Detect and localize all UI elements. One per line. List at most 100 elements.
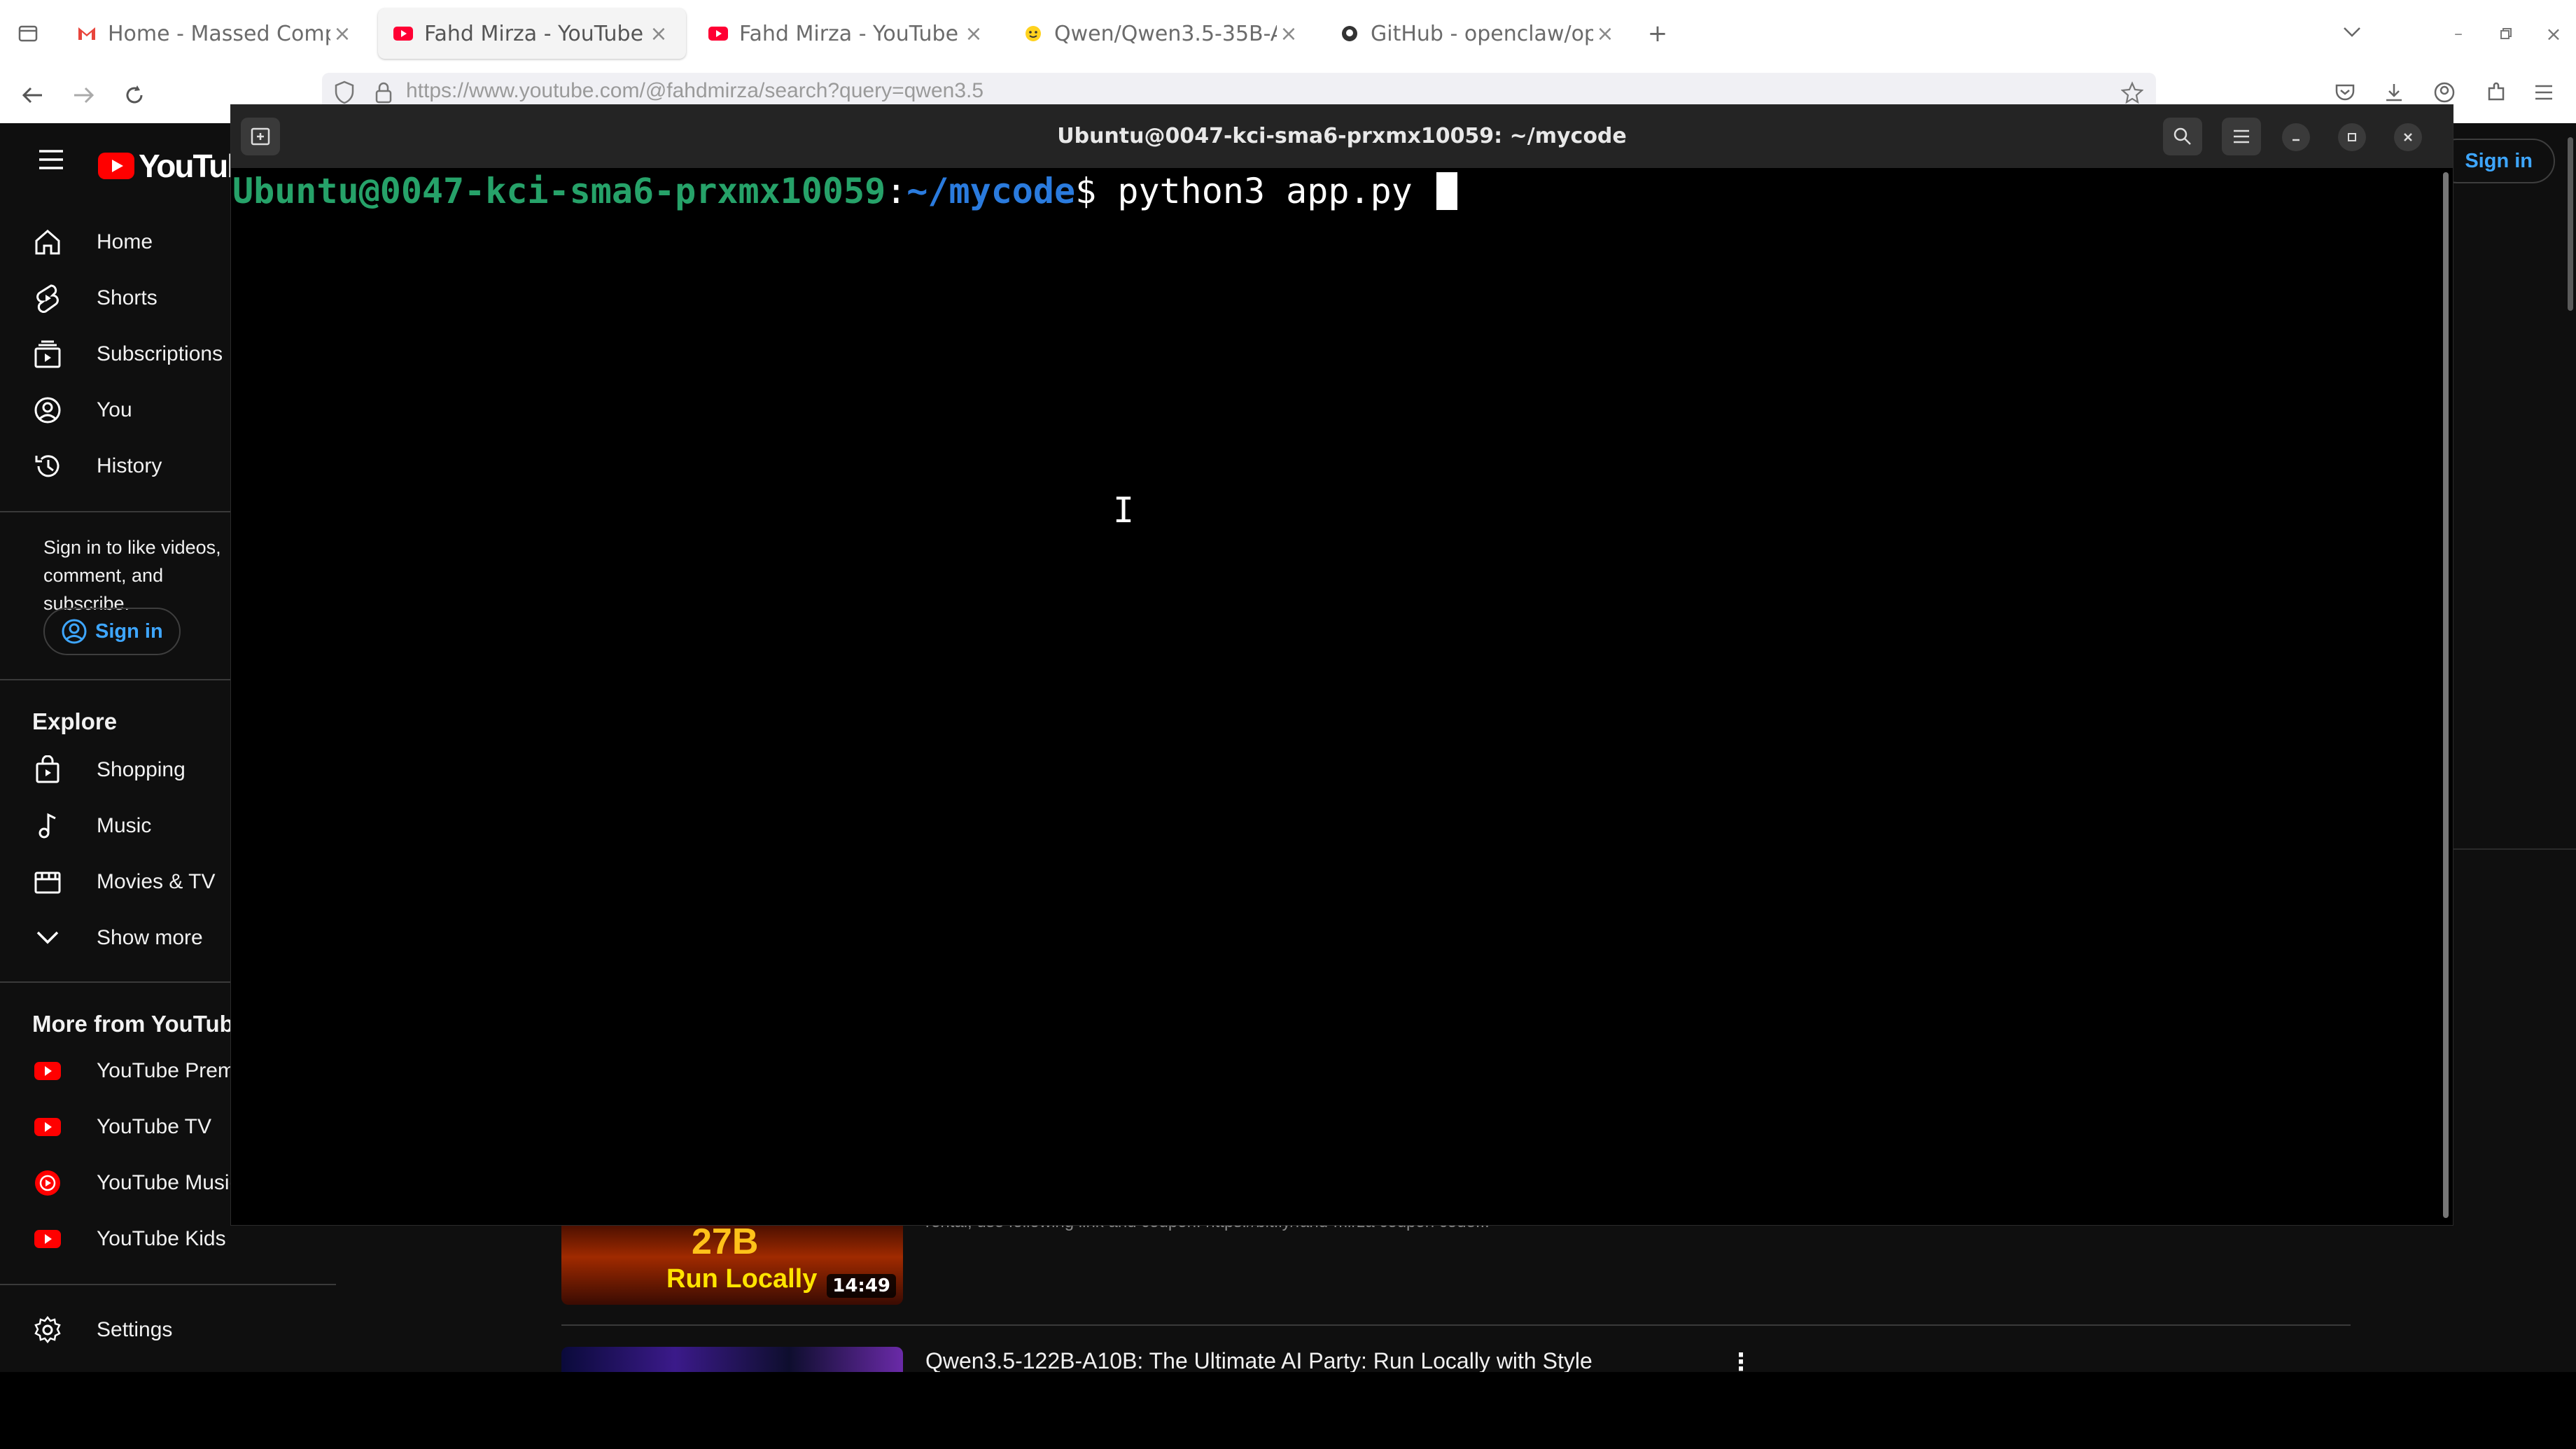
- sidebar-item-settings[interactable]: Settings: [31, 1309, 172, 1351]
- screen-bottom-bar: [0, 1372, 2576, 1449]
- video-duration: 14:49: [827, 1274, 896, 1298]
- sidebar-item-movies-tv[interactable]: Movies & TV: [31, 861, 216, 903]
- terminal-command: python3 app.py: [1117, 171, 1413, 211]
- close-icon[interactable]: [2394, 123, 2422, 151]
- sidebar-item-label: Shorts: [97, 286, 158, 309]
- hamburger-menu-icon[interactable]: [2530, 78, 2558, 106]
- sidebar-item-you[interactable]: You: [31, 389, 132, 431]
- terminal-window[interactable]: Ubuntu@0047-kci-sma6-prxmx10059: ~/mycod…: [231, 105, 2453, 1225]
- prompt-path: ~/mycode: [906, 171, 1076, 211]
- video-thumbnail[interactable]: 27B Run Locally 14:49: [561, 1218, 903, 1305]
- sidebar-divider: [0, 1284, 336, 1285]
- sidebar-item-youtube-tv[interactable]: YouTube TV: [31, 1106, 211, 1148]
- forward-arrow-icon[interactable]: [70, 81, 98, 109]
- sidebar-item-label: Shopping: [97, 758, 186, 781]
- downloads-icon[interactable]: [2380, 78, 2408, 106]
- shopping-bag-icon: [31, 753, 64, 787]
- tab-close-icon[interactable]: ×: [647, 22, 671, 46]
- signin-button-label: Sign in: [2465, 149, 2533, 172]
- subscriptions-icon: [31, 337, 64, 371]
- prompt-separator: :: [886, 171, 907, 211]
- sidebar-item-label: Show more: [97, 926, 203, 949]
- bookmark-star-icon[interactable]: [2118, 78, 2146, 106]
- signin-message: Sign in to like videos, comment, and sub…: [43, 537, 221, 614]
- video-title[interactable]: Qwen3.5-122B-A10B: The Ultimate AI Party…: [925, 1348, 1592, 1374]
- huggingface-icon: [1023, 24, 1043, 43]
- terminal-prompt-line[interactable]: Ubuntu@0047-kci-sma6-prxmx10059:~/mycode…: [232, 171, 1457, 211]
- sidebar-item-youtube-music[interactable]: YouTube Music: [31, 1162, 240, 1204]
- back-arrow-icon[interactable]: [18, 81, 46, 109]
- text-cursor: [1436, 172, 1457, 210]
- sidebar-item-shorts[interactable]: Shorts: [31, 277, 158, 319]
- extensions-icon[interactable]: [2482, 78, 2510, 106]
- minimize-icon[interactable]: [2282, 123, 2310, 151]
- lock-icon[interactable]: [370, 78, 398, 106]
- reload-icon[interactable]: [120, 81, 148, 109]
- sidebar-item-music[interactable]: Music: [31, 805, 151, 847]
- sidebar-item-label: YouTube Kids: [97, 1227, 226, 1250]
- pocket-icon[interactable]: [2331, 78, 2359, 106]
- sidebar-item-youtube-kids[interactable]: YouTube Kids: [31, 1218, 226, 1260]
- tab-github-openclaw[interactable]: GitHub - openclaw/openclaw ×: [1324, 8, 1632, 59]
- thumbnail-text: 27B: [692, 1222, 759, 1262]
- new-tab-icon[interactable]: [241, 118, 280, 155]
- minimize-icon[interactable]: –: [2444, 20, 2472, 48]
- results-divider: [561, 1324, 2351, 1326]
- more-from-youtube-heading: More from YouTube: [32, 1011, 247, 1037]
- sidebar-item-label: YouTube Music: [97, 1171, 240, 1194]
- new-tab-plus-icon[interactable]: +: [1644, 20, 1672, 48]
- sidebar-item-label: Settings: [97, 1318, 173, 1341]
- sidebar-item-label: Movies & TV: [97, 870, 216, 893]
- github-icon: [1340, 24, 1359, 43]
- shield-icon[interactable]: [330, 78, 358, 106]
- browser-tab-bar: Home - Massed Compute × Fahd Mirza - You…: [0, 0, 2576, 68]
- youtube-tv-icon: [31, 1110, 64, 1144]
- sidebar-signin-button[interactable]: Sign in: [43, 608, 181, 655]
- sidebar-item-label: You: [97, 398, 132, 421]
- sidebar-item-subscriptions[interactable]: Subscriptions: [31, 333, 223, 375]
- sidebar-item-shopping[interactable]: Shopping: [31, 749, 186, 791]
- music-note-icon: [31, 809, 64, 843]
- history-icon: [31, 449, 64, 483]
- tab-fahd-mirza-youtube[interactable]: Fahd Mirza - YouTube ×: [693, 8, 1001, 59]
- video-thumbnail[interactable]: [561, 1347, 903, 1372]
- tab-home-massed-compute[interactable]: Home - Massed Compute ×: [62, 8, 370, 59]
- tab-close-icon[interactable]: ×: [1593, 22, 1617, 46]
- youtube-icon: [708, 24, 728, 43]
- youtube-icon: [393, 24, 413, 43]
- guide-menu-icon[interactable]: [35, 146, 67, 174]
- tab-close-icon[interactable]: ×: [962, 22, 986, 46]
- home-icon: [31, 225, 64, 259]
- account-icon[interactable]: [2430, 78, 2458, 106]
- youtube-play-icon: [98, 153, 134, 179]
- sidebar-item-label: Music: [97, 814, 152, 837]
- sidebar-show-more[interactable]: Show more: [31, 917, 203, 959]
- window-close-icon[interactable]: ×: [2540, 20, 2568, 48]
- page-scrollbar[interactable]: [2568, 137, 2573, 311]
- tab-title: Fahd Mirza - YouTube: [739, 21, 959, 46]
- youtube-music-icon: [31, 1166, 64, 1200]
- shorts-icon: [31, 281, 64, 315]
- url-text[interactable]: https://www.youtube.com/@fahdmirza/searc…: [406, 79, 983, 103]
- content-divider: [2453, 848, 2576, 850]
- restore-icon[interactable]: [2492, 20, 2520, 48]
- gear-icon: [31, 1313, 64, 1347]
- account-circle-icon: [60, 617, 88, 645]
- sidebar-item-home[interactable]: Home: [31, 221, 153, 263]
- tab-fahd-mirza-youtube-active[interactable]: Fahd Mirza - YouTube ×: [378, 8, 686, 59]
- hamburger-menu-icon[interactable]: [2222, 118, 2261, 155]
- tab-overflow-chevron-icon[interactable]: [2338, 18, 2366, 46]
- tab-qwen-huggingface[interactable]: Qwen/Qwen3.5-35B-A3B ×: [1008, 8, 1316, 59]
- ibeam-cursor-icon: I: [1113, 490, 1135, 531]
- maximize-icon[interactable]: [2338, 123, 2366, 151]
- tab-list-icon[interactable]: [14, 20, 42, 48]
- terminal-headerbar[interactable]: Ubuntu@0047-kci-sma6-prxmx10059: ~/mycod…: [231, 105, 2453, 168]
- tab-close-icon[interactable]: ×: [1277, 22, 1301, 46]
- terminal-scrollbar[interactable]: [2443, 172, 2449, 1218]
- gmail-m-icon: [77, 24, 97, 43]
- tab-close-icon[interactable]: ×: [330, 22, 354, 46]
- sidebar-divider: [0, 511, 231, 512]
- sidebar-item-history[interactable]: History: [31, 445, 162, 487]
- search-icon[interactable]: [2163, 118, 2202, 155]
- youtube-premium-icon: [31, 1054, 64, 1088]
